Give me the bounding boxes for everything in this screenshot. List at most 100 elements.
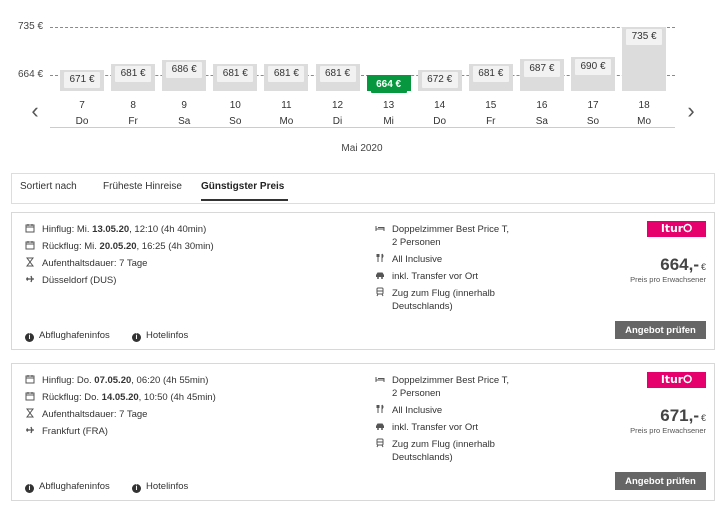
day-column-16[interactable]: 687 € 16 Sa — [519, 0, 564, 135]
train-row: Zug zum Flug (innerhalb Deutschlands) — [375, 287, 495, 313]
day-number: 8 — [130, 100, 136, 111]
stay-text: Aufenthaltsdauer: 7 Tage — [42, 258, 148, 269]
price-label: 664 € — [370, 77, 407, 93]
calendar-icon — [25, 241, 35, 250]
day-number: 13 — [383, 100, 395, 111]
day-number: 16 — [536, 100, 548, 111]
board-row: All Inclusive — [375, 404, 442, 417]
day-column-8[interactable]: 681 € 8 Fr — [111, 0, 156, 135]
board-row: All Inclusive — [375, 253, 442, 266]
room-text: Doppelzimmer Best Price T, — [392, 224, 510, 235]
price-calendar: 735 € 664 € ‹ › 671 € 7 Do 681 € 8 Fr 686 € 9 Sa… — [0, 0, 724, 165]
hinflug-prefix-text: Hinflug: Mi. — [42, 224, 93, 235]
day-column-15[interactable]: 681 € 15 Fr — [468, 0, 513, 135]
airport-info-text: Abflughafeninfos — [39, 481, 110, 492]
operator-logo: ltur⭘ — [647, 372, 706, 388]
month-label: Mai 2020 — [341, 143, 383, 154]
rueckflug-rest-text: , 10:50 (4h 45min) — [138, 392, 216, 403]
rueckflug-date-text: 14.05.20 — [101, 392, 139, 403]
train-icon — [376, 287, 384, 297]
day-name: Mo — [279, 116, 294, 127]
day-column-9[interactable]: 686 € 9 Sa — [162, 0, 207, 135]
offer-card-2: Hinflug: Do. 07.05.20, 06:20 (4h 55min) … — [11, 363, 715, 501]
transfer-row: inkl. Transfer vor Ort — [375, 421, 478, 434]
cutlery-icon — [376, 253, 384, 262]
calendar-icon — [25, 392, 35, 401]
hotel-info-text: Hotelinfos — [146, 330, 189, 341]
day-column-18[interactable]: 735 € 18 Mo — [622, 0, 667, 135]
offer-card-1: Hinflug: Mi. 13.05.20, 12:10 (4h 40min) … — [11, 212, 715, 350]
day-number: 10 — [229, 100, 241, 111]
sort-label: Sortiert nach — [20, 181, 77, 192]
price-note: Preis pro Erwachsener — [630, 275, 706, 284]
ref-low-label: 664 € — [18, 69, 44, 80]
hinflug-date-text: 13.05.20 — [92, 224, 130, 235]
price-label: 681 € — [319, 65, 356, 82]
next-arrow-icon[interactable]: › — [680, 98, 702, 124]
operator-logo: ltur⭘ — [647, 221, 706, 237]
price-label: 681 € — [268, 65, 305, 82]
train-row: Zug zum Flug (innerhalb Deutschlands) — [375, 438, 495, 464]
price-text: 671,- — [660, 406, 699, 425]
currency-text: € — [700, 262, 706, 272]
day-name: Fr — [128, 116, 138, 127]
day-number: 17 — [587, 100, 599, 111]
hinflug-rest-text: , 12:10 (4h 40min) — [129, 224, 207, 235]
operator-text: ltur — [660, 373, 684, 386]
stay-text: Aufenthaltsdauer: 7 Tage — [42, 409, 148, 420]
price-label: 686 € — [166, 62, 203, 79]
stay-duration-row: Aufenthaltsdauer: 7 Tage — [25, 257, 147, 270]
persons-text: 2 Personen — [392, 388, 441, 399]
active-sort-underline — [201, 199, 288, 201]
airport-info-link[interactable]: i Abflughafeninfos — [25, 481, 110, 493]
persons-text: 2 Personen — [392, 237, 441, 248]
day-column-17[interactable]: 690 € 17 So — [571, 0, 615, 135]
sort-option-cheapest[interactable]: Günstigster Preis — [201, 181, 284, 192]
airport-text: Frankfurt (FRA) — [42, 426, 108, 437]
cutlery-icon — [376, 404, 384, 413]
price-label: 735 € — [626, 29, 663, 45]
hotel-info-link[interactable]: i Hotelinfos — [132, 481, 188, 493]
calendar-icon — [25, 224, 35, 233]
rueckflug-date-text: 20.05.20 — [99, 241, 137, 252]
price-label: 690 € — [575, 59, 611, 76]
operator-text: ltur — [660, 222, 684, 235]
day-column-14[interactable]: 672 € 14 Do — [417, 0, 462, 135]
day-column-7[interactable]: 671 € 7 Do — [60, 0, 104, 135]
rueckflug-prefix-text: Rückflug: Do. — [42, 392, 102, 403]
car-icon — [376, 272, 384, 279]
airport-info-link[interactable]: i Abflughafeninfos — [25, 330, 110, 342]
day-column-13[interactable]: 664 € 13 Mi — [366, 0, 411, 135]
price-label: 681 € — [217, 65, 254, 82]
day-column-11[interactable]: 681 € 11 Mo — [264, 0, 309, 135]
calendar-icon — [25, 375, 35, 384]
calendar-axis — [50, 127, 675, 128]
day-name: Mo — [637, 116, 652, 127]
plane-icon — [26, 426, 34, 434]
departure-airport-row: Frankfurt (FRA) — [25, 425, 108, 438]
price-label: 687 € — [523, 61, 560, 78]
offer-price: 664,- € — [660, 255, 706, 275]
day-name: Do — [433, 116, 447, 127]
outbound-flight-row: Hinflug: Mi. 13.05.20, 12:10 (4h 40min) — [25, 223, 206, 236]
plane-icon — [26, 275, 34, 283]
day-number: 14 — [434, 100, 446, 111]
hotel-info-link[interactable]: i Hotelinfos — [132, 330, 188, 342]
airport-info-text: Abflughafeninfos — [39, 330, 110, 341]
day-column-10[interactable]: 681 € 10 So — [213, 0, 258, 135]
price-label: 681 € — [115, 65, 152, 82]
board-text: All Inclusive — [392, 405, 443, 416]
check-offer-button[interactable]: Angebot prüfen — [615, 321, 706, 339]
currency-text: € — [700, 413, 706, 423]
prev-arrow-icon[interactable]: ‹ — [24, 98, 46, 124]
price-note: Preis pro Erwachsener — [630, 426, 706, 435]
sort-option-earliest[interactable]: Früheste Hinreise — [103, 181, 182, 192]
transfer-text: inkl. Transfer vor Ort — [392, 422, 479, 433]
train2-text: Deutschlands) — [392, 452, 453, 463]
price-text: 664,- — [660, 255, 699, 274]
rueckflug-rest-text: , 16:25 (4h 30min) — [136, 241, 214, 252]
price-label: 672 € — [421, 71, 458, 88]
board-text: All Inclusive — [392, 254, 443, 265]
day-column-12[interactable]: 681 € 12 Di — [315, 0, 360, 135]
check-offer-button[interactable]: Angebot prüfen — [615, 472, 706, 490]
